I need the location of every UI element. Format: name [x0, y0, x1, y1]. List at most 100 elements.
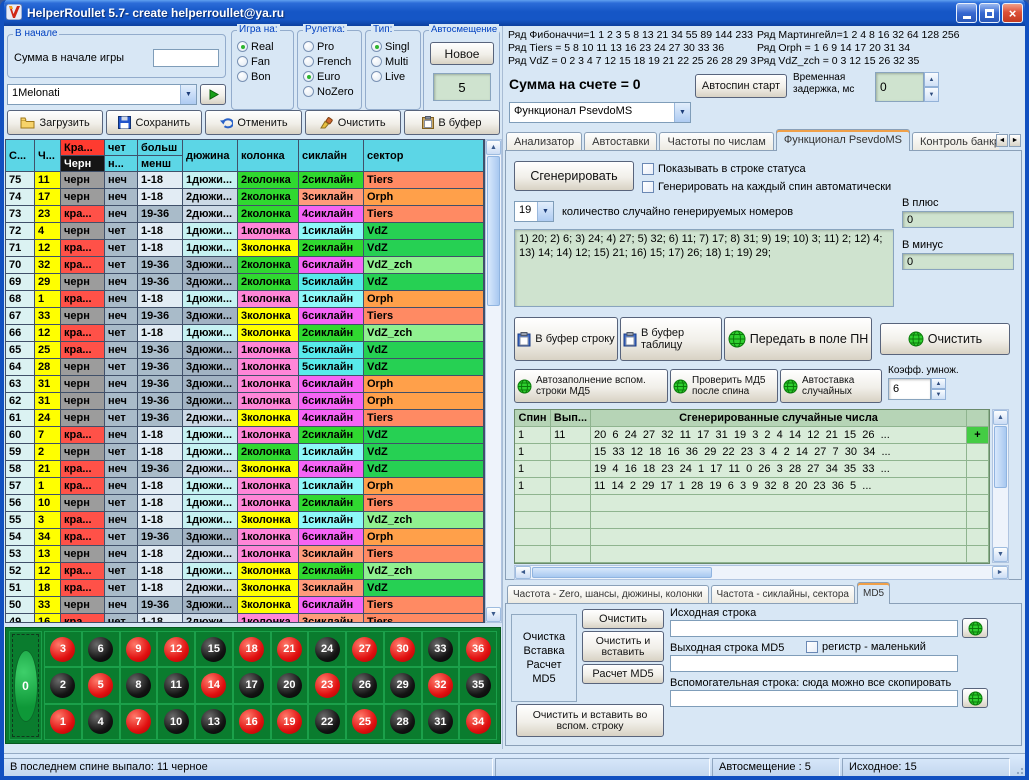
- send-to-pn-button[interactable]: Передать в поле ПН: [724, 317, 872, 361]
- koeff-up-icon[interactable]: ▲: [931, 378, 946, 389]
- tab-Частота - сиклайны, сектора[interactable]: Частота - сиклайны, сектора: [711, 585, 855, 604]
- tab-scroll-left-icon[interactable]: ◄: [996, 134, 1008, 147]
- koeff-spinner[interactable]: 6 ▲▼: [888, 378, 946, 400]
- tab-scroll-control[interactable]: ◄►: [996, 134, 1021, 147]
- scroll-track[interactable]: [993, 425, 1008, 547]
- delay-spinner[interactable]: 0 ▲▼: [875, 72, 939, 102]
- board-cell-7[interactable]: 7: [120, 704, 158, 740]
- md5-calc-button[interactable]: Расчет MD5: [582, 664, 664, 684]
- play-button[interactable]: [200, 84, 226, 105]
- board-cell-33[interactable]: 33: [422, 631, 460, 667]
- board-cell-34[interactable]: 34: [459, 704, 497, 740]
- scroll-down-icon[interactable]: ▼: [993, 547, 1008, 562]
- board-cell-4[interactable]: 4: [82, 704, 120, 740]
- board-cell-29[interactable]: 29: [384, 667, 422, 703]
- md5-source-input[interactable]: [670, 620, 958, 637]
- radio-french[interactable]: French: [303, 55, 359, 68]
- tab-MD5[interactable]: MD5: [857, 582, 890, 604]
- board-cell-24[interactable]: 24: [308, 631, 346, 667]
- show-in-status-checkbox[interactable]: Показывать в строке статуса: [642, 163, 806, 175]
- md5-register-checkbox[interactable]: регистр - маленький: [806, 641, 926, 653]
- board-cell-3[interactable]: 3: [44, 631, 82, 667]
- radio-fan[interactable]: Fan: [237, 55, 291, 68]
- autobet-random-button[interactable]: Автоставка случайных: [780, 369, 882, 403]
- board-cell-35[interactable]: 35: [459, 667, 497, 703]
- board-cell-17[interactable]: 17: [233, 667, 271, 703]
- preset-combobox[interactable]: 1Melonati ▼: [7, 84, 197, 105]
- start-sum-input[interactable]: [153, 49, 219, 67]
- board-cell-18[interactable]: 18: [233, 631, 271, 667]
- scroll-thumb[interactable]: [532, 567, 712, 578]
- maximize-button[interactable]: [979, 3, 1000, 23]
- koeff-value[interactable]: 6: [888, 378, 931, 400]
- radio-multi[interactable]: Multi: [371, 55, 418, 68]
- tab-Частота - Zero, шансы, дюжины, колонки[interactable]: Частота - Zero, шансы, дюжины, колонки: [507, 585, 709, 604]
- scroll-thumb[interactable]: [994, 426, 1007, 488]
- buffer-button[interactable]: В буфер: [404, 110, 500, 135]
- board-cell-20[interactable]: 20: [271, 667, 309, 703]
- delay-value[interactable]: 0: [875, 72, 924, 102]
- board-cell-26[interactable]: 26: [346, 667, 384, 703]
- save-button[interactable]: Сохранить: [106, 110, 202, 135]
- radio-bon[interactable]: Bon: [237, 70, 291, 83]
- close-button[interactable]: ×: [1002, 3, 1023, 23]
- board-cell-2[interactable]: 2: [44, 667, 82, 703]
- tab-Контроль банкрол...[interactable]: Контроль банкрол...: [912, 132, 999, 151]
- generate-button[interactable]: Сгенерировать: [514, 161, 634, 191]
- board-cell-10[interactable]: 10: [157, 704, 195, 740]
- check-md5-button[interactable]: Проверить МД5 после спина: [670, 369, 778, 403]
- autospin-start-button[interactable]: Автоспин старт: [695, 74, 787, 98]
- radio-euro[interactable]: Euro: [303, 70, 359, 83]
- autogenerate-checkbox[interactable]: Генерировать на каждый спин автоматическ…: [642, 181, 891, 193]
- mode-combobox[interactable]: Функционал PsevdoMS ▼: [509, 102, 691, 123]
- clear-button[interactable]: Очистить: [305, 110, 401, 135]
- combo-arrow-icon[interactable]: ▼: [674, 103, 690, 122]
- scroll-track[interactable]: [531, 566, 992, 579]
- radio-nozero[interactable]: NoZero: [303, 85, 359, 98]
- resize-grip[interactable]: [1012, 763, 1026, 777]
- tab-Анализатор[interactable]: Анализатор: [506, 132, 582, 151]
- board-cell-23[interactable]: 23: [308, 667, 346, 703]
- buffer-table-button[interactable]: В буфер таблицу: [620, 317, 722, 361]
- delay-up-icon[interactable]: ▲: [924, 72, 939, 87]
- board-cell-14[interactable]: 14: [195, 667, 233, 703]
- radio-pro[interactable]: Pro: [303, 40, 359, 53]
- scroll-track[interactable]: [486, 155, 501, 607]
- board-cell-5[interactable]: 5: [82, 667, 120, 703]
- md5-helper-input[interactable]: [670, 690, 958, 707]
- scroll-up-icon[interactable]: ▲: [486, 140, 501, 155]
- scroll-up-icon[interactable]: ▲: [993, 410, 1008, 425]
- scroll-thumb[interactable]: [487, 156, 500, 306]
- undo-button[interactable]: Отменить: [205, 110, 301, 135]
- board-cell-22[interactable]: 22: [308, 704, 346, 740]
- tab-Функционал PsevdoMS[interactable]: Функционал PsevdoMS: [776, 129, 910, 151]
- combo-arrow-icon[interactable]: ▼: [180, 85, 196, 104]
- board-cell-28[interactable]: 28: [384, 704, 422, 740]
- board-cell-11[interactable]: 11: [157, 667, 195, 703]
- generated-hscrollbar[interactable]: ◄ ►: [514, 565, 1009, 580]
- board-cell-13[interactable]: 13: [195, 704, 233, 740]
- board-cell-9[interactable]: 9: [120, 631, 158, 667]
- md5-helper-globe-button[interactable]: [962, 688, 988, 708]
- minus-value-field[interactable]: 0: [902, 253, 1014, 270]
- board-cell-32[interactable]: 32: [422, 667, 460, 703]
- board-cell-27[interactable]: 27: [346, 631, 384, 667]
- clear-generated-button[interactable]: Очистить: [880, 323, 1010, 355]
- delay-down-icon[interactable]: ▼: [924, 87, 939, 102]
- scroll-left-icon[interactable]: ◄: [515, 566, 531, 579]
- load-button[interactable]: Загрузить: [7, 110, 103, 135]
- count-combobox[interactable]: 19 ▼: [514, 201, 554, 222]
- board-cell-31[interactable]: 31: [422, 704, 460, 740]
- history-scrollbar[interactable]: ▲ ▼: [485, 139, 502, 623]
- scroll-right-icon[interactable]: ►: [992, 566, 1008, 579]
- board-cell-36[interactable]: 36: [459, 631, 497, 667]
- radio-real[interactable]: Real: [237, 40, 291, 53]
- scroll-down-icon[interactable]: ▼: [486, 607, 501, 622]
- board-cell-8[interactable]: 8: [120, 667, 158, 703]
- md5-clear-paste-button[interactable]: Очистить и вставить: [582, 631, 664, 662]
- board-cell-6[interactable]: 6: [82, 631, 120, 667]
- md5-clear-paste-helper-button[interactable]: Очистить и вставить во вспом. строку: [516, 704, 664, 737]
- md5-output-input[interactable]: [670, 655, 958, 672]
- tab-Частоты по числам[interactable]: Частоты по числам: [659, 132, 773, 151]
- tab-scroll-right-icon[interactable]: ►: [1009, 134, 1021, 147]
